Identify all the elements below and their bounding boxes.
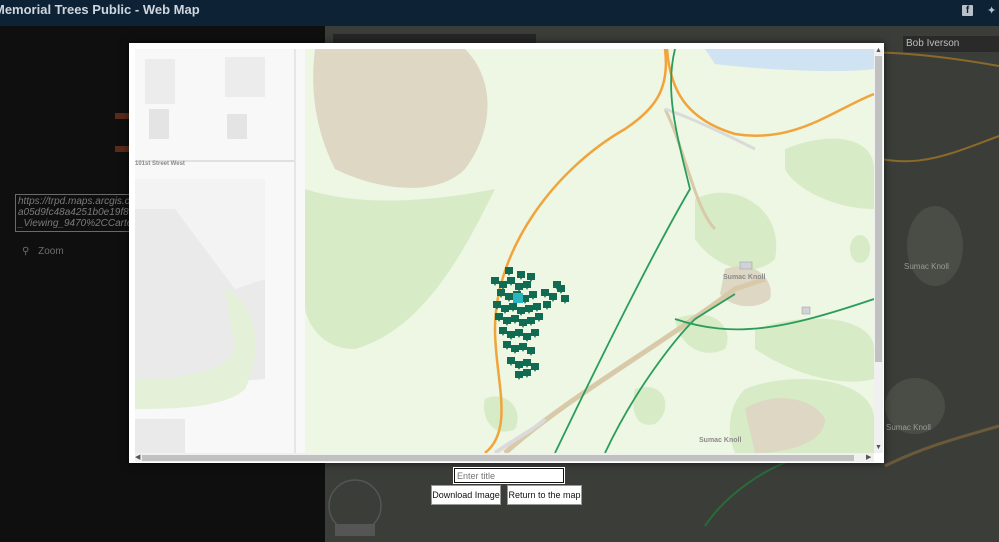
return-to-map-button[interactable]: Return to the map xyxy=(507,485,582,505)
share-url-line: _Viewing_9470%2CCarte xyxy=(18,218,133,229)
vertical-scroll-thumb[interactable] xyxy=(875,56,882,362)
scroll-left-arrow-icon[interactable]: ◀ xyxy=(135,454,140,462)
scroll-up-arrow-icon[interactable]: ▲ xyxy=(875,47,882,55)
map-image: 101st Street West Sumac Knoll Sumac Knol… xyxy=(135,49,874,453)
share-url-line: a05d9fc48a4251b0e19f8 xyxy=(18,207,129,218)
panel-heading-marker xyxy=(115,146,129,152)
print-preview-map[interactable]: 101st Street West Sumac Knoll Sumac Knol… xyxy=(135,49,874,453)
selected-tree-icon[interactable] xyxy=(513,293,523,303)
download-image-button[interactable]: Download Image xyxy=(431,485,501,505)
share-url-line: https://trpd.maps.arcgis.co xyxy=(18,196,136,207)
background-map-label: Sumac Knoll xyxy=(886,423,931,432)
knoll-label: Sumac Knoll xyxy=(699,437,741,444)
scroll-right-arrow-icon[interactable]: ▶ xyxy=(866,454,871,462)
zoom-button[interactable]: ⚲ Zoom xyxy=(22,246,64,257)
facebook-icon[interactable]: f xyxy=(962,5,973,16)
twitter-icon[interactable]: ✦ xyxy=(987,5,999,17)
app-title: Memorial Trees Public - Web Map xyxy=(0,2,200,17)
user-menu[interactable]: Bob Iverson xyxy=(903,36,999,52)
scroll-down-arrow-icon[interactable]: ▼ xyxy=(875,444,882,452)
zoom-label: Zoom xyxy=(38,246,64,257)
horizontal-scroll-thumb[interactable] xyxy=(142,455,854,461)
street-label: 101st Street West xyxy=(135,161,185,167)
panel-heading-marker xyxy=(115,113,129,119)
title-input[interactable] xyxy=(453,467,565,484)
search-icon: ⚲ xyxy=(22,246,30,257)
knoll-label: Sumac Knoll xyxy=(723,274,765,281)
background-map-label: Sumac Knoll xyxy=(904,262,949,271)
